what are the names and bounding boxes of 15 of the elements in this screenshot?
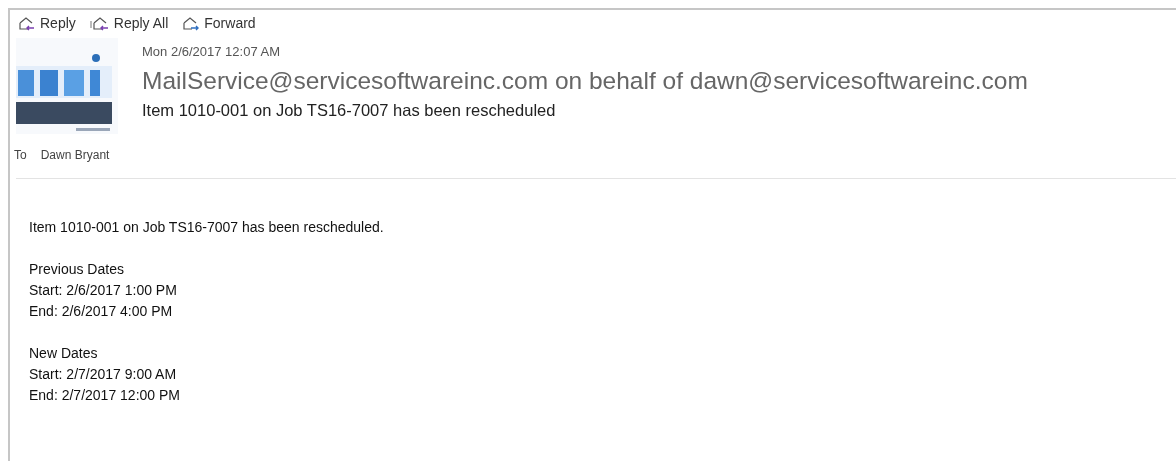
date-text: Mon 2/6/2017 12:07 AM: [142, 43, 282, 61]
sender-text: MailService@servicesoftwareinc.com on behalf of dawn@servicesoftwareinc.com: [142, 65, 1028, 96]
recipient-name: Dawn Bryant: [40, 147, 110, 164]
subject-text: Item 1010-001 on Job TS16-7007 has been rescheduled: [142, 100, 557, 122]
body-line: Start: 2/7/2017 9:00 AM: [29, 365, 177, 384]
body-line: New Dates: [29, 344, 98, 363]
body-line: Item 1010-001 on Job TS16-7007 has been rescheduled.: [29, 218, 384, 237]
reply-button[interactable]: Reply: [18, 13, 76, 34]
reply-all-button[interactable]: Reply All: [89, 13, 169, 34]
body-line: Previous Dates: [29, 260, 124, 279]
to-label: To: [14, 147, 27, 164]
body-line: End: 2/7/2017 12:00 PM: [29, 386, 180, 405]
body-line: End: 2/6/2017 4:00 PM: [29, 302, 173, 321]
forward-button[interactable]: Forward: [182, 13, 256, 34]
body-line: Start: 2/6/2017 1:00 PM: [29, 281, 177, 300]
